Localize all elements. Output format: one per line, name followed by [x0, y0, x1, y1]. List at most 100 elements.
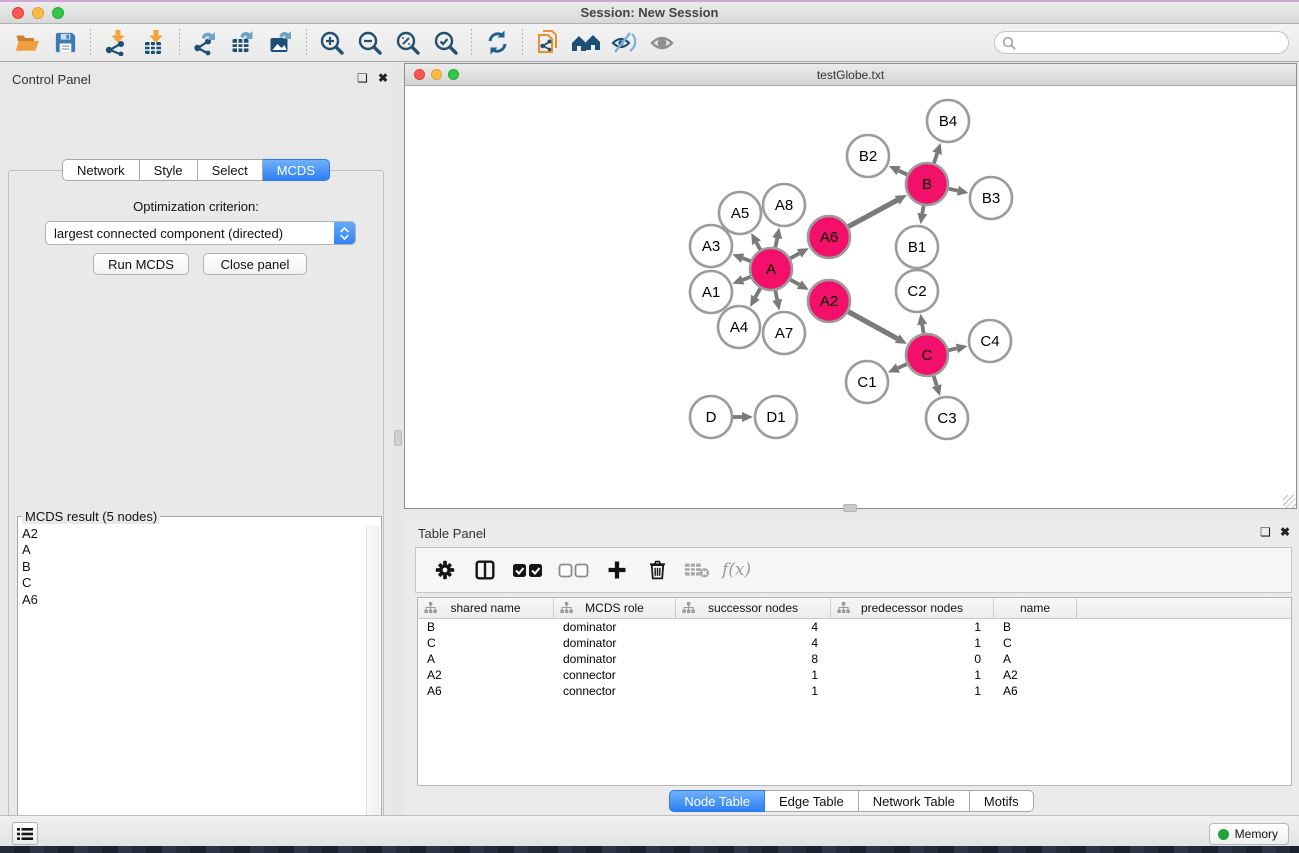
- export-table-button[interactable]: [226, 27, 260, 59]
- export-network-button[interactable]: [188, 27, 222, 59]
- search-input[interactable]: [1020, 36, 1288, 50]
- column-header-successor-nodes[interactable]: successor nodes: [676, 598, 831, 618]
- graph-node-B1[interactable]: B1: [896, 226, 938, 268]
- graph-node-D1[interactable]: D1: [755, 396, 797, 438]
- window-resize-grip[interactable]: [1283, 495, 1296, 508]
- mcds-result-item[interactable]: B: [18, 559, 366, 575]
- column-header-predecessor-nodes[interactable]: predecessor nodes: [831, 598, 994, 618]
- graph-node-C1[interactable]: C1: [846, 361, 888, 403]
- graph-node-A5[interactable]: A5: [719, 192, 761, 234]
- tab-motifs[interactable]: Motifs: [970, 790, 1034, 812]
- column-header-shared-name[interactable]: shared name: [418, 598, 554, 618]
- graph-node-B3[interactable]: B3: [970, 177, 1012, 219]
- tab-network-table[interactable]: Network Table: [859, 790, 970, 812]
- run-mcds-button[interactable]: Run MCDS: [93, 253, 189, 275]
- mcds-result-item[interactable]: A2: [18, 526, 366, 542]
- show-columns-button[interactable]: [470, 555, 500, 585]
- tab-select[interactable]: Select: [198, 159, 263, 181]
- gear-icon: [433, 558, 457, 582]
- node-table: shared nameMCDS rolesuccessor nodesprede…: [417, 597, 1292, 786]
- attribute-icon: [424, 602, 437, 614]
- table-row[interactable]: Cdominator41C: [418, 635, 1291, 651]
- save-session-button[interactable]: [48, 27, 82, 59]
- import-network-button[interactable]: [99, 27, 133, 59]
- graph-node-C2[interactable]: C2: [896, 270, 938, 312]
- clone-network-button[interactable]: [531, 27, 565, 59]
- table-row[interactable]: Bdominator41B: [418, 619, 1291, 635]
- graph-node-B4[interactable]: B4: [927, 100, 969, 142]
- control-panel-tabs: NetworkStyleSelectMCDS: [0, 159, 392, 181]
- graph-node-B[interactable]: B: [906, 163, 948, 205]
- graph-node-D[interactable]: D: [690, 396, 732, 438]
- zoom-out-button[interactable]: [353, 27, 387, 59]
- table-row[interactable]: A2connector11A2: [418, 667, 1291, 683]
- function-builder-button[interactable]: f(x): [722, 560, 751, 580]
- tab-mcds[interactable]: MCDS: [263, 159, 330, 181]
- graph-node-A8[interactable]: A8: [763, 184, 805, 226]
- graph-node-A2[interactable]: A2: [808, 280, 850, 322]
- splitter-handle[interactable]: [394, 430, 402, 446]
- memory-button[interactable]: Memory: [1209, 823, 1289, 845]
- toolbar-separator: [179, 29, 180, 57]
- select-all-button[interactable]: [510, 555, 546, 585]
- import-table-button[interactable]: [137, 27, 171, 59]
- mcds-result-scrollbar[interactable]: [366, 526, 380, 853]
- table-settings-button[interactable]: [430, 555, 460, 585]
- graph-node-A4[interactable]: A4: [718, 306, 760, 348]
- homes-icon: [570, 30, 602, 56]
- table-panel-tabs: Node TableEdge TableNetwork TableMotifs: [404, 790, 1299, 812]
- task-history-button[interactable]: [12, 822, 38, 845]
- graph-edge-A6-B[interactable]: [846, 200, 897, 228]
- export-image-button[interactable]: [264, 27, 298, 59]
- graph-node-B2[interactable]: B2: [847, 135, 889, 177]
- search-field[interactable]: [994, 31, 1289, 54]
- table-row[interactable]: A6connector11A6: [418, 683, 1291, 699]
- hide-selected-button[interactable]: [607, 27, 641, 59]
- mcds-result-item[interactable]: A6: [18, 592, 366, 608]
- refresh-icon: [484, 29, 511, 56]
- graph-node-A6[interactable]: A6: [808, 216, 850, 258]
- delete-table-button[interactable]: [682, 555, 712, 585]
- graph-node-C[interactable]: C: [906, 334, 948, 376]
- criterion-dropdown[interactable]: largest connected component (directed): [45, 221, 356, 245]
- graph-edge-A2-C[interactable]: [846, 310, 898, 338]
- float-panel-icon[interactable]: ❑: [357, 71, 368, 85]
- table-row[interactable]: Adominator80A: [418, 651, 1291, 667]
- create-column-button[interactable]: [602, 555, 632, 585]
- network-canvas[interactable]: B4 B2 B B3 A8A5 A6 B1 A3 A C2 A1 A2 A4A7 C4 C C1 C3 D D1: [405, 86, 1296, 508]
- tab-network[interactable]: Network: [62, 159, 140, 181]
- close-panel-icon[interactable]: ✖: [378, 71, 388, 85]
- mcds-result-item[interactable]: C: [18, 575, 366, 591]
- close-table-panel-icon[interactable]: ✖: [1280, 525, 1290, 539]
- refresh-button[interactable]: [480, 27, 514, 59]
- zoom-selected-button[interactable]: [429, 27, 463, 59]
- horizontal-splitter-handle[interactable]: [843, 504, 857, 512]
- open-file-button[interactable]: [10, 27, 44, 59]
- mcds-result-item[interactable]: A: [18, 542, 366, 558]
- first-neighbors-button[interactable]: [569, 27, 603, 59]
- delete-column-button[interactable]: [642, 555, 672, 585]
- table-cell: A: [994, 652, 1077, 666]
- graph-node-A3[interactable]: A3: [690, 225, 732, 267]
- zoom-fit-button[interactable]: [391, 27, 425, 59]
- tab-style[interactable]: Style: [140, 159, 198, 181]
- unselect-all-button[interactable]: [556, 555, 592, 585]
- column-header-name[interactable]: name: [994, 598, 1077, 618]
- tab-node-table[interactable]: Node Table: [669, 790, 765, 812]
- zoom-selected-icon: [432, 29, 460, 57]
- zoom-in-button[interactable]: [315, 27, 349, 59]
- vertical-splitter[interactable]: [392, 62, 404, 815]
- column-header-MCDS-role[interactable]: MCDS role: [554, 598, 676, 618]
- close-panel-button[interactable]: Close panel: [203, 253, 307, 275]
- tab-edge-table[interactable]: Edge Table: [765, 790, 859, 812]
- mcds-result-box: MCDS result (5 nodes) A2ABCA6: [17, 516, 382, 853]
- svg-text:C1: C1: [857, 374, 876, 391]
- graph-node-C4[interactable]: C4: [969, 320, 1011, 362]
- graph-node-A[interactable]: A: [750, 248, 792, 290]
- graph-node-A1[interactable]: A1: [690, 271, 732, 313]
- show-all-button[interactable]: [645, 27, 679, 59]
- graph-node-A7[interactable]: A7: [763, 312, 805, 354]
- float-table-panel-icon[interactable]: ❑: [1260, 525, 1271, 539]
- eye-slash-icon: [610, 30, 639, 56]
- graph-node-C3[interactable]: C3: [926, 397, 968, 439]
